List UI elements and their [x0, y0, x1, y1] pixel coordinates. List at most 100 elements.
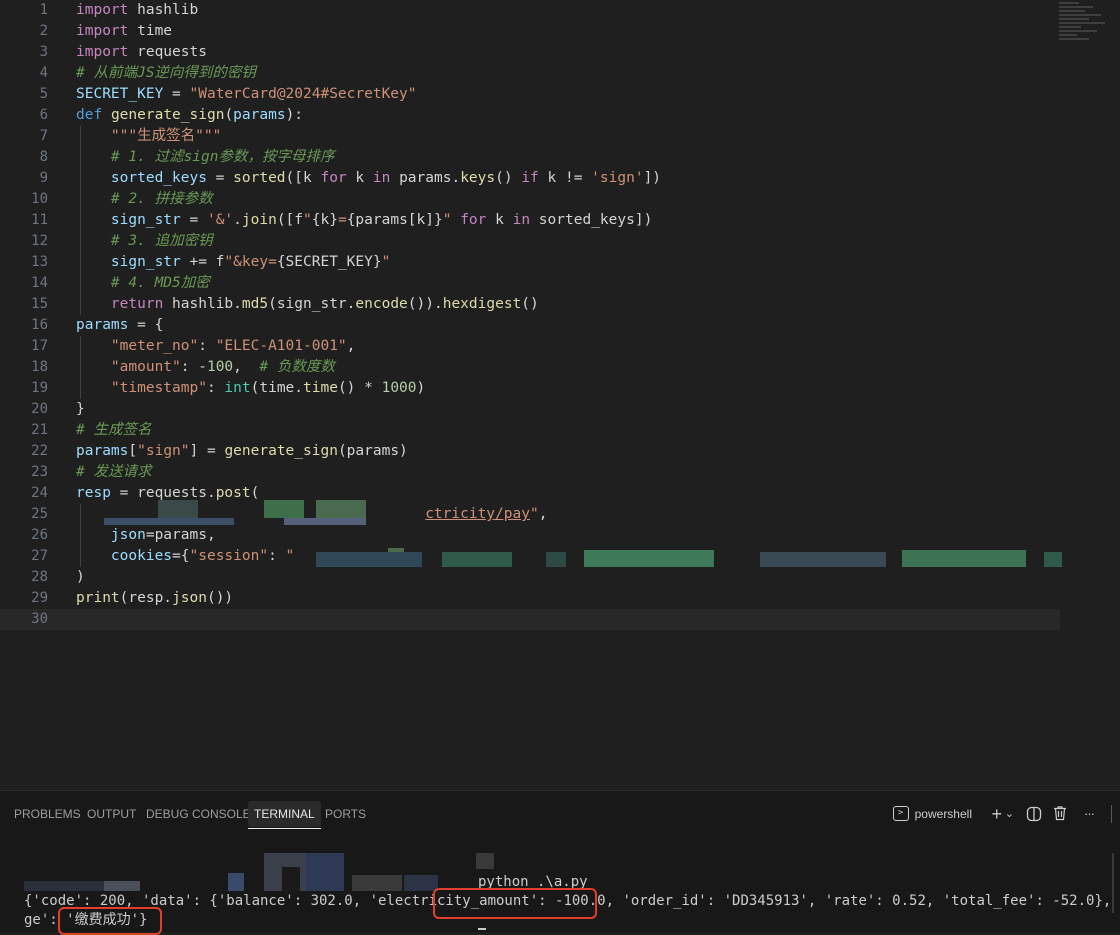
- code-text: params["sign"] = generate_sign(params): [76, 443, 408, 459]
- line-number: 16: [31, 317, 48, 333]
- code-text: SECRET_KEY = "WaterCard@2024#SecretKey": [76, 86, 417, 102]
- code-text: sign_str = '&'.join([f"{k}={params[k]}" …: [110, 212, 653, 228]
- code-line[interactable]: 13 sign_str += f"&key={SECRET_KEY}": [0, 252, 1060, 273]
- terminal-shell-selector[interactable]: > powershell: [892, 803, 972, 825]
- code-line[interactable]: 17 "meter_no": "ELEC-A101-001",: [0, 336, 1060, 357]
- code-text: sign_str += f"&key={SECRET_KEY}": [110, 254, 391, 270]
- code-line[interactable]: 20}: [0, 399, 1060, 420]
- code-line[interactable]: 15 return hashlib.md5(sign_str.encode())…: [0, 294, 1060, 315]
- code-text: # 发送请求: [76, 464, 152, 480]
- code-text: # 3. 追加密钥: [110, 233, 213, 249]
- code-line[interactable]: 2 import time: [0, 21, 1060, 42]
- tab-ports[interactable]: PORTS: [319, 801, 372, 827]
- line-number: 13: [31, 254, 48, 270]
- code-text: import time: [76, 23, 173, 39]
- actions-separator: [1111, 805, 1112, 823]
- code-text: cookies={"session": ": [110, 548, 295, 564]
- code-text: json=params,: [110, 527, 216, 543]
- code-text: def generate_sign(params):: [76, 107, 304, 123]
- kill-terminal-button[interactable]: [1052, 805, 1068, 827]
- code-line[interactable]: 14 # 4. MD5加密: [0, 273, 1060, 294]
- plus-icon: +: [991, 804, 1002, 824]
- code-line[interactable]: 1 import hashlib: [0, 0, 1060, 21]
- tab-debug-console[interactable]: DEBUG CONSOLE: [140, 801, 257, 827]
- code-line[interactable]: 19 "timestamp": int(time.time() * 1000): [0, 378, 1060, 399]
- line-number: 20: [31, 401, 48, 417]
- line-number: 9: [39, 170, 48, 186]
- line-number: 19: [31, 380, 48, 396]
- code-line[interactable]: 23 # 发送请求: [0, 462, 1060, 483]
- terminal-scrollbar[interactable]: [1112, 853, 1114, 913]
- code-text: print(resp.json()): [76, 590, 234, 606]
- line-number: 1: [39, 2, 48, 18]
- line-number: 8: [39, 149, 48, 165]
- line-number: 14: [31, 275, 48, 291]
- code-line[interactable]: 10 # 2. 拼接参数: [0, 189, 1060, 210]
- line-number: 28: [31, 569, 48, 585]
- line-number: 27: [31, 548, 48, 564]
- line-number: 10: [31, 191, 48, 207]
- trash-icon: [1054, 806, 1066, 821]
- minimap[interactable]: [1059, 0, 1114, 60]
- code-text: "meter_no": "ELEC-A101-001",: [110, 338, 356, 354]
- line-number: 24: [31, 485, 48, 501]
- code-line[interactable]: 28): [0, 567, 1060, 588]
- code-line[interactable]: 9 sorted_keys = sorted([k for k in param…: [0, 168, 1060, 189]
- shell-label: powershell: [914, 807, 972, 821]
- line-number: 23: [31, 464, 48, 480]
- code-line[interactable]: 26 json=params,: [0, 525, 1060, 546]
- chevron-down-icon: ⌄: [1004, 808, 1014, 820]
- terminal-icon: >: [892, 806, 909, 822]
- code-line[interactable]: 11 sign_str = '&'.join([f"{k}={params[k]…: [0, 210, 1060, 231]
- line-number: 2: [39, 23, 48, 39]
- code-text: ): [76, 569, 85, 585]
- code-line[interactable]: 18 "amount": -100, # 负数度数: [0, 357, 1060, 378]
- code-text: # 1. 过滤sign参数，按字母排序: [110, 149, 335, 165]
- code-line[interactable]: 3 import requests: [0, 42, 1060, 63]
- line-number: 18: [31, 359, 48, 375]
- line-number: 4: [39, 65, 48, 81]
- new-terminal-button[interactable]: +: [991, 803, 1002, 825]
- redacted-prompt-block: [24, 853, 504, 893]
- code-line[interactable]: 5 SECRET_KEY = "WaterCard@2024#SecretKey": [0, 84, 1060, 105]
- code-text: "timestamp": int(time.time() * 1000): [110, 380, 426, 396]
- line-number: 26: [31, 527, 48, 543]
- code-editor[interactable]: 1 import hashlib 2 import time 3 import reque…: [0, 0, 1120, 790]
- code-line[interactable]: 12 # 3. 追加密钥: [0, 231, 1060, 252]
- code-line[interactable]: 6 def generate_sign(params):: [0, 105, 1060, 126]
- code-line[interactable]: 8 # 1. 过滤sign参数，按字母排序: [0, 147, 1060, 168]
- tab-problems[interactable]: PROBLEMS: [8, 801, 87, 827]
- code-text: sorted_keys = sorted([k for k in params.…: [110, 170, 662, 186]
- line-number: 22: [31, 443, 48, 459]
- more-actions-button[interactable]: ···: [1084, 803, 1095, 825]
- line-number: 6: [39, 107, 48, 123]
- code-line[interactable]: 16 params = {: [0, 315, 1060, 336]
- tab-terminal[interactable]: TERMINAL: [248, 801, 321, 829]
- tab-output[interactable]: OUTPUT: [81, 801, 142, 827]
- new-terminal-dropdown[interactable]: ⌄: [1005, 803, 1014, 825]
- code-text: params = {: [76, 317, 164, 333]
- code-text: # 2. 拼接参数: [110, 191, 213, 207]
- terminal-cursor: [478, 928, 486, 930]
- code-text: # 4. MD5加密: [110, 275, 210, 291]
- code-text: return hashlib.md5(sign_str.encode()).he…: [110, 296, 539, 312]
- code-line[interactable]: 4 # 从前端JS逆向得到的密钥: [0, 63, 1060, 84]
- line-number: 29: [31, 590, 48, 606]
- line-number: 12: [31, 233, 48, 249]
- line-number: 15: [31, 296, 48, 312]
- code-line[interactable]: 22 params["sign"] = generate_sign(params): [0, 441, 1060, 462]
- code-text: "amount": -100, # 负数度数: [110, 359, 335, 375]
- redacted-session-block: [316, 548, 1062, 568]
- line-number: 11: [31, 212, 48, 228]
- code-text: }: [76, 401, 85, 417]
- code-text: # 从前端JS逆向得到的密钥: [76, 65, 256, 81]
- code-line[interactable]: 21 # 生成签名: [0, 420, 1060, 441]
- code-line[interactable]: 7 """生成签名""": [0, 126, 1060, 147]
- more-icon: ···: [1084, 806, 1095, 821]
- code-text: # 生成签名: [76, 422, 152, 438]
- line-number: 7: [39, 128, 48, 144]
- split-terminal-button[interactable]: [1026, 806, 1042, 828]
- code-line[interactable]: 29 print(resp.json()): [0, 588, 1060, 609]
- highlight-success-message: [58, 907, 162, 935]
- code-line[interactable]: 30: [0, 609, 1060, 630]
